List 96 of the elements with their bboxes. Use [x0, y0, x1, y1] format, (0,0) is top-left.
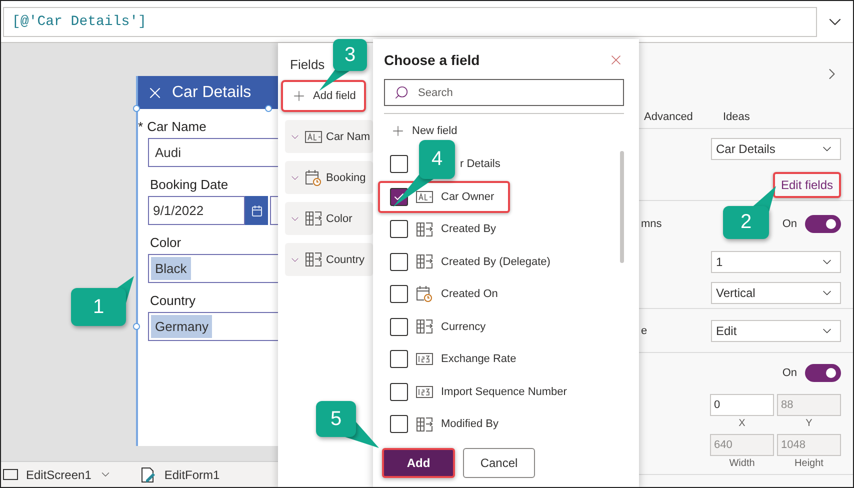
checkbox[interactable] — [390, 285, 408, 304]
field-label: Country — [150, 293, 196, 308]
scrollbar[interactable] — [620, 151, 624, 263]
check-icon — [393, 190, 405, 203]
plus-icon — [390, 123, 406, 139]
field-item[interactable]: Booking — [285, 161, 373, 194]
text-field[interactable]: Audi — [148, 138, 278, 167]
field-item[interactable]: Color — [285, 202, 373, 235]
toggle-label: On — [782, 367, 797, 379]
panel-tab[interactable]: Ideas — [722, 110, 750, 122]
option-label[interactable]: Import Sequence Number — [441, 386, 567, 398]
calendar-button[interactable] — [245, 196, 268, 225]
date-time-icon — [416, 286, 433, 302]
screen-icon — [3, 469, 18, 480]
text-field[interactable]: Germany — [148, 312, 278, 341]
lookup-field-icon — [305, 211, 322, 226]
lookup-field-icon — [416, 319, 433, 334]
toggle-switch[interactable] — [805, 364, 841, 382]
lookup-field-icon — [305, 252, 322, 267]
number-field-icon — [416, 353, 433, 366]
data-source-dropdown[interactable]: Car Details — [711, 138, 841, 160]
option-label[interactable]: Created By (Delegate) — [441, 256, 550, 268]
add-button[interactable]: Add — [382, 448, 455, 478]
checkbox[interactable] — [390, 318, 408, 336]
field-name: Color — [326, 212, 352, 224]
step-badge: 2 — [723, 206, 769, 239]
panel-tab[interactable]: Advanced — [644, 110, 693, 122]
lookup-field-icon — [416, 416, 433, 432]
date-time-icon — [305, 170, 322, 186]
checkbox[interactable] — [390, 415, 408, 434]
step-badge: 4 — [419, 140, 455, 179]
lookup-field-icon — [416, 222, 433, 237]
panel-title: Choose a field — [384, 52, 480, 68]
option-label[interactable]: Created By — [441, 223, 496, 236]
search-field[interactable]: Search — [384, 79, 624, 106]
form-icon — [140, 466, 156, 482]
layout-dropdown[interactable]: Vertical — [711, 282, 841, 304]
selection-handle[interactable] — [133, 323, 140, 330]
option-label[interactable]: Modified By — [441, 418, 498, 430]
form-title: Car Details — [172, 84, 252, 102]
text-field-icon — [416, 190, 433, 203]
checkbox[interactable] — [390, 252, 408, 271]
x-input[interactable]: 0 — [710, 394, 774, 416]
field-item[interactable]: Country — [285, 243, 373, 276]
new-field-button[interactable]: New field — [384, 123, 458, 139]
field-name: Booking — [326, 172, 366, 184]
step-badge: 1 — [71, 288, 126, 326]
cancel-button[interactable]: Cancel — [463, 448, 535, 478]
step-badge: 5 — [316, 401, 356, 437]
field-label: Color — [150, 235, 182, 250]
selection-handle[interactable] — [265, 105, 272, 112]
search-icon — [394, 85, 409, 100]
y-label: Y — [804, 416, 814, 430]
option-label[interactable]: Created On — [441, 288, 498, 300]
field-value: Black — [151, 257, 191, 280]
field-name: Car Nam — [326, 130, 370, 142]
toggle-switch[interactable] — [805, 215, 841, 233]
add-field-button[interactable]: Add field — [281, 80, 366, 112]
option-label[interactable]: Currency — [441, 320, 486, 333]
field-label: Car Name — [147, 119, 206, 134]
text-field-icon — [305, 130, 322, 142]
height-label: Height — [794, 456, 824, 470]
field-value: Germany — [151, 315, 212, 338]
x-label: X — [738, 416, 746, 430]
mode-dropdown[interactable]: Edit — [711, 320, 841, 342]
checkbox[interactable] — [390, 220, 408, 238]
field-name: Country — [326, 254, 365, 266]
form-card[interactable]: Car Details * Car Name Audi Booking Date 9/1/2022 Color Black Country Germany — [136, 76, 278, 446]
text-field[interactable]: Black — [148, 254, 278, 283]
edit-fields-link[interactable]: Edit fields — [772, 172, 841, 198]
plus-icon — [291, 88, 307, 104]
panel-title: Fields — [289, 56, 325, 72]
formula-field[interactable]: [@'Car Details'] — [3, 6, 817, 36]
number-field-icon — [416, 386, 433, 398]
calendar-icon — [250, 204, 263, 216]
option-label[interactable]: r Details — [460, 158, 500, 170]
checkbox[interactable] — [390, 350, 408, 368]
property-label: e — [641, 324, 648, 336]
field-label: Booking Date — [150, 177, 228, 192]
field-item[interactable]: Car Nam — [285, 120, 373, 153]
option-label[interactable]: Car Owner — [441, 190, 494, 203]
checkbox[interactable] — [390, 155, 408, 174]
screen-name[interactable]: EditScreen1 — [26, 468, 92, 482]
width-label: Width — [728, 456, 756, 470]
property-label: mns — [641, 218, 662, 230]
checkbox[interactable] — [390, 382, 408, 401]
columns-dropdown[interactable]: 1 — [711, 251, 841, 273]
selection-handle[interactable] — [133, 105, 140, 112]
option-label[interactable]: Exchange Rate — [441, 353, 516, 366]
toggle-label: On — [782, 218, 797, 230]
control-name[interactable]: EditForm1 — [164, 468, 220, 482]
lookup-field-icon — [416, 254, 433, 270]
step-badge: 3 — [333, 39, 367, 71]
field-value: Audi — [154, 144, 182, 162]
required-mark: * — [138, 119, 144, 134]
date-field[interactable]: 9/1/2022 — [148, 196, 246, 225]
